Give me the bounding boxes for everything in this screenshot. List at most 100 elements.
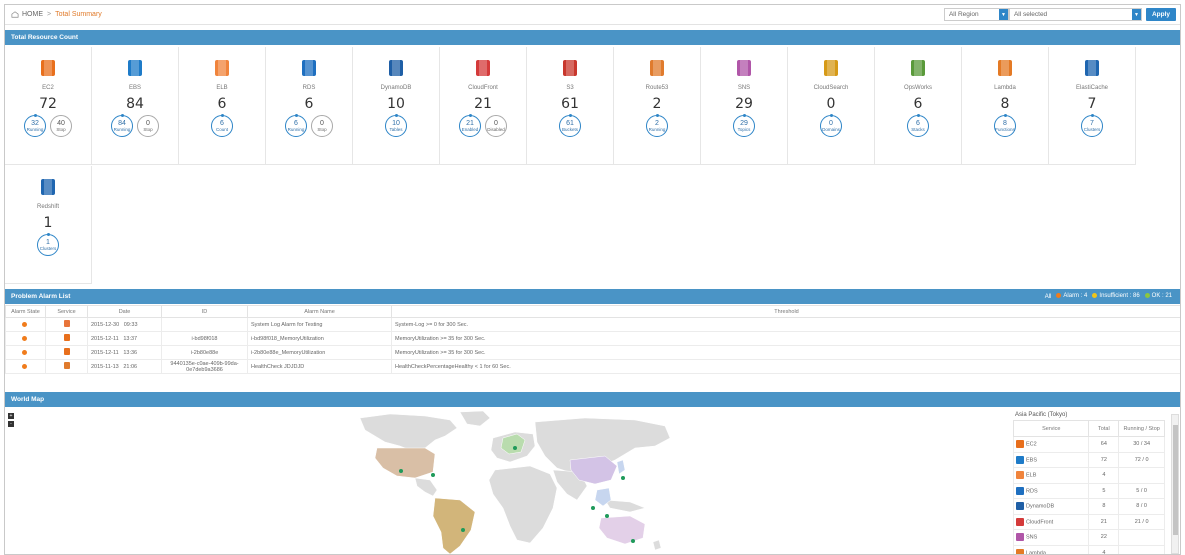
breadcrumb-home[interactable]: HOME [22,11,43,18]
status-count: 40 [57,119,65,127]
resource-card[interactable]: EC2 72 32 Running 40 Stop [5,47,92,165]
region-row[interactable]: CloudFront 21 21 / 0 [1012,513,1165,530]
status-count: 0 [146,119,150,127]
col-alarm-state[interactable]: Alarm State [5,305,46,318]
resource-card[interactable]: Lambda 8 8 Functions [962,47,1049,165]
resource-select[interactable]: All selected ▼ [1008,8,1142,21]
alarm-row[interactable]: 2015-12-11 13:36 i-2b80e88e i-2b80e88e_M… [5,345,1180,360]
status-circle[interactable]: 6 Running [285,114,307,137]
status-circle[interactable]: 6 Count [211,114,233,137]
zoom-out-button[interactable]: - [8,421,14,427]
resource-card[interactable]: OpsWorks 6 6 Stacks [875,47,962,165]
scrollbar-thumb[interactable] [1173,425,1178,535]
alarm-name-cell[interactable]: HealthCheck JDJDJD [247,359,392,374]
world-map[interactable]: + - [5,408,1005,554]
alarm-name-cell[interactable]: i-bd98f018_MemoryUtilization [247,331,392,346]
region-select[interactable]: All Region ▼ [943,8,1009,21]
resource-card[interactable]: DynamoDB 10 10 Tables [353,47,440,165]
region-row[interactable]: RDS 5 5 / 0 [1012,482,1165,499]
alarm-name-cell[interactable]: i-2b80e88e_MemoryUtilization [247,345,392,360]
elb-icon [1016,471,1024,480]
legend-insufficient[interactable]: Insufficient : 86 [1092,293,1140,300]
region-service-name: DynamoDB [1026,503,1055,510]
alarm-threshold-cell: MemoryUtilization >= 35 for 300 Sec. [391,345,1180,360]
col-id[interactable]: ID [161,305,248,318]
resource-status-group: 32 Running 40 Stop [5,114,91,137]
zoom-in-button[interactable]: + [8,413,14,419]
alarm-id-cell [161,317,248,332]
resource-card[interactable]: CloudFront 21 21 Enabled 0 Disabled [440,47,527,165]
region-row[interactable]: ELB 4 [1012,467,1165,484]
status-circle[interactable]: 21 Enabled [459,114,481,137]
alarm-time: 21:06 [123,363,138,370]
region-panel-scrollbar[interactable] [1171,414,1179,554]
status-circle[interactable]: 61 Buckets [559,114,581,137]
status-circle[interactable]: 8 Functions [994,114,1016,137]
alarm-row[interactable]: 2015-12-30 09:33 System Log Alarm for Te… [5,317,1180,332]
alarm-state-icon [22,349,27,355]
col-date[interactable]: Date [87,305,162,318]
status-circle[interactable]: 0 Stop [137,115,159,137]
alarm-row[interactable]: 2015-12-11 13:37 i-bd98f018 i-bd98f018_M… [5,331,1180,346]
resource-card[interactable]: ELB 6 6 Count [179,47,266,165]
status-circle[interactable]: 40 Stop [50,115,72,137]
legend-ok[interactable]: OK : 21 [1144,293,1172,300]
resource-card[interactable]: ElastiCache 7 7 Clusters [1049,47,1136,165]
region-row[interactable]: EBS 72 72 / 0 [1012,451,1165,468]
legend-alarm[interactable]: Alarm : 4 [1056,293,1087,300]
apply-button[interactable]: Apply [1145,8,1176,21]
resource-count: 72 [39,96,57,112]
region-service-cell: DynamoDB [1012,498,1090,515]
region-row[interactable]: SNS 22 [1012,529,1165,546]
status-circle[interactable]: 84 Running [111,114,133,137]
region-row[interactable]: Lambda 4 [1012,544,1165,554]
status-circle[interactable]: 2 Running [646,114,668,137]
resource-card[interactable]: RDS 6 6 Running 0 Stop [266,47,353,165]
status-count: 7 [1090,119,1094,127]
resource-card[interactable]: EBS 84 84 Running 0 Stop [92,47,179,165]
alarm-date-cell: 2015-12-11 13:37 [87,331,162,346]
home-icon [11,11,19,18]
resource-card[interactable]: CloudSearch 0 0 Domains [788,47,875,165]
region-running-stop-cell: 30 / 34 [1118,436,1165,453]
legend-all[interactable]: All [1045,294,1052,300]
region-row[interactable]: DynamoDB 8 8 / 0 [1012,498,1165,515]
resource-count: 6 [913,96,923,112]
col-service[interactable]: Service [45,305,88,318]
resource-status-group: 6 Stacks [875,114,961,137]
alarm-state-cell [5,345,46,360]
col-alarm-name[interactable]: Alarm Name [247,305,392,318]
status-circle[interactable]: 0 Disabled [485,115,507,137]
region-service-cell: CloudFront [1012,513,1090,530]
status-circle[interactable]: 0 Domains [820,114,842,137]
status-circle[interactable]: 7 Clusters [1081,114,1103,137]
status-circle[interactable]: 0 Stop [311,115,333,137]
breadcrumb-current: Total Summary [55,11,102,18]
sns-icon [737,60,751,76]
region-panel-title: Asia Pacific (Tokyo) [1015,412,1068,418]
alarm-section-title: Problem Alarm List [11,293,71,300]
alarm-row[interactable]: 2015-11-13 21:06 9440135e-c0ae-409b-99da… [5,359,1180,374]
status-label: Running [287,126,305,132]
status-circle[interactable]: 10 Tables [385,114,407,137]
map-africa [488,465,558,544]
alarm-service-cell [45,345,88,360]
status-circle[interactable]: 32 Running [24,114,46,137]
region-total-cell: 4 [1088,544,1120,554]
status-circle[interactable]: 6 Stacks [907,114,929,137]
resource-name: EBS [128,85,141,91]
resource-card[interactable]: S3 61 61 Buckets [527,47,614,165]
status-circle[interactable]: 29 Topics [733,114,755,137]
dashboard-frame: HOME > Total Summary All Region ▼ All se… [4,4,1181,555]
status-circle[interactable]: 1 Clusters [37,233,59,256]
alarm-time: 13:36 [123,349,138,356]
dynamodb-icon [1016,502,1024,511]
alarm-name-cell[interactable]: System Log Alarm for Testing [247,317,392,332]
status-label: Topics [737,126,751,132]
resource-name: SNS [737,85,751,91]
col-threshold[interactable]: Threshold [391,305,1180,318]
region-row[interactable]: EC2 64 30 / 34 [1012,436,1165,453]
resource-card[interactable]: SNS 29 29 Topics [701,47,788,165]
resource-card[interactable]: Redshift 1 1 Clusters [5,166,92,284]
resource-card[interactable]: Route53 2 2 Running [614,47,701,165]
